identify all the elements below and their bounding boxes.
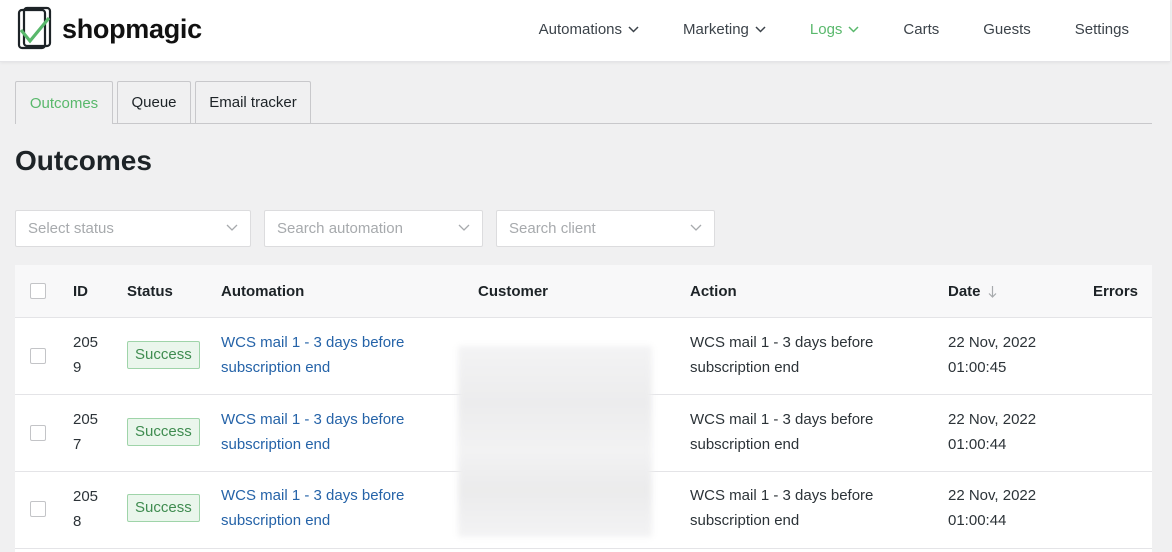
column-header-date-label: Date [948, 283, 981, 300]
tab-queue[interactable]: Queue [117, 81, 191, 123]
chevron-down-icon [848, 25, 859, 33]
nav-marketing[interactable]: Marketing [683, 21, 766, 38]
automation-link-line2: subscription end [221, 511, 331, 529]
nav-guests-label: Guests [983, 20, 1031, 38]
date-cell: 22 Nov, 2022 01:00:44 [948, 484, 1036, 533]
nav-settings[interactable]: Settings [1075, 21, 1129, 38]
status-badge: Success [127, 418, 200, 446]
nav-automations[interactable]: Automations [539, 21, 639, 38]
row-id: 2059 [73, 334, 99, 376]
page-title: Outcomes [15, 145, 152, 176]
action-line1: WCS mail 1 - 3 days before [690, 411, 874, 428]
status-badge: Success [127, 341, 200, 369]
automation-link[interactable]: WCS mail 1 - 3 days before subscription … [221, 484, 404, 533]
date-line2: 01:00:44 [948, 435, 1007, 453]
automation-link[interactable]: WCS mail 1 - 3 days before subscription … [221, 408, 404, 457]
row-checkbox[interactable] [30, 348, 46, 364]
tab-outcomes[interactable]: Outcomes [15, 81, 113, 124]
date-cell: 22 Nov, 2022 01:00:45 [948, 331, 1036, 380]
shopmagic-logo[interactable]: shopmagic [16, 6, 202, 52]
main-nav: Automations Marketing Logs Carts Guests … [539, 0, 1170, 58]
status-select-placeholder: Select status [28, 220, 114, 237]
automation-link-line2: subscription end [221, 435, 331, 453]
brand-name: shopmagic [62, 13, 202, 44]
chevron-down-icon [755, 25, 766, 33]
column-header-action[interactable]: Action [690, 283, 737, 300]
date-line2: 01:00:44 [948, 511, 1007, 529]
nav-carts[interactable]: Carts [903, 21, 939, 38]
action-cell: WCS mail 1 - 3 days before subscription … [690, 331, 873, 380]
chevron-down-icon [628, 25, 639, 33]
chevron-down-icon [690, 224, 702, 231]
chevron-down-icon [226, 224, 238, 231]
automation-search-select[interactable]: Search automation [264, 210, 483, 247]
action-line1: WCS mail 1 - 3 days before [690, 334, 874, 351]
date-line1: 22 Nov, 2022 [948, 334, 1037, 351]
column-header-id[interactable]: ID [73, 283, 88, 300]
table-header: ID Status Automation Customer Action Dat… [15, 265, 1152, 318]
nav-marketing-label: Marketing [683, 20, 749, 38]
select-all-checkbox[interactable] [30, 283, 46, 299]
automation-search-placeholder: Search automation [277, 220, 403, 237]
automation-link[interactable]: WCS mail 1 - 3 days before subscription … [221, 331, 404, 380]
status-select[interactable]: Select status [15, 210, 251, 247]
action-cell: WCS mail 1 - 3 days before subscription … [690, 408, 873, 457]
chevron-down-icon [458, 224, 470, 231]
tab-email-tracker[interactable]: Email tracker [195, 81, 311, 123]
action-line2: subscription end [690, 358, 800, 376]
date-line2: 01:00:45 [948, 358, 1007, 376]
automation-link-line2: subscription end [221, 358, 331, 376]
date-line1: 22 Nov, 2022 [948, 487, 1037, 504]
nav-logs[interactable]: Logs [810, 21, 860, 38]
row-checkbox[interactable] [30, 501, 46, 517]
nav-logs-label: Logs [809, 20, 843, 38]
nav-automations-label: Automations [538, 20, 623, 38]
column-header-errors[interactable]: Errors [1093, 283, 1138, 300]
status-badge: Success [127, 494, 200, 522]
row-checkbox[interactable] [30, 425, 46, 441]
action-line2: subscription end [690, 435, 800, 453]
sort-arrow-down-icon [988, 285, 996, 298]
row-id: 2058 [73, 488, 99, 530]
nav-guests[interactable]: Guests [983, 21, 1031, 38]
action-cell: WCS mail 1 - 3 days before subscription … [690, 484, 873, 533]
top-bar: shopmagic Automations Marketing Logs Car… [0, 0, 1170, 62]
automation-link-line1: WCS mail 1 - 3 days before [221, 487, 405, 504]
customer-redaction-blur [458, 346, 652, 537]
action-line1: WCS mail 1 - 3 days before [690, 487, 874, 504]
column-header-date[interactable]: Date [948, 283, 997, 300]
client-search-select[interactable]: Search client [496, 210, 715, 247]
date-line1: 22 Nov, 2022 [948, 411, 1037, 428]
row-id: 2057 [73, 411, 99, 453]
shopmagic-logo-icon [17, 6, 52, 50]
date-cell: 22 Nov, 2022 01:00:44 [948, 408, 1036, 457]
action-line2: subscription end [690, 511, 800, 529]
nav-settings-label: Settings [1074, 20, 1129, 38]
automation-link-line1: WCS mail 1 - 3 days before [221, 334, 405, 351]
log-tabs: Outcomes Queue Email tracker [15, 81, 1152, 124]
column-header-customer[interactable]: Customer [478, 283, 548, 300]
column-header-status[interactable]: Status [127, 283, 173, 300]
client-search-placeholder: Search client [509, 220, 596, 237]
column-header-automation[interactable]: Automation [221, 283, 304, 300]
nav-carts-label: Carts [903, 20, 940, 38]
automation-link-line1: WCS mail 1 - 3 days before [221, 411, 405, 428]
